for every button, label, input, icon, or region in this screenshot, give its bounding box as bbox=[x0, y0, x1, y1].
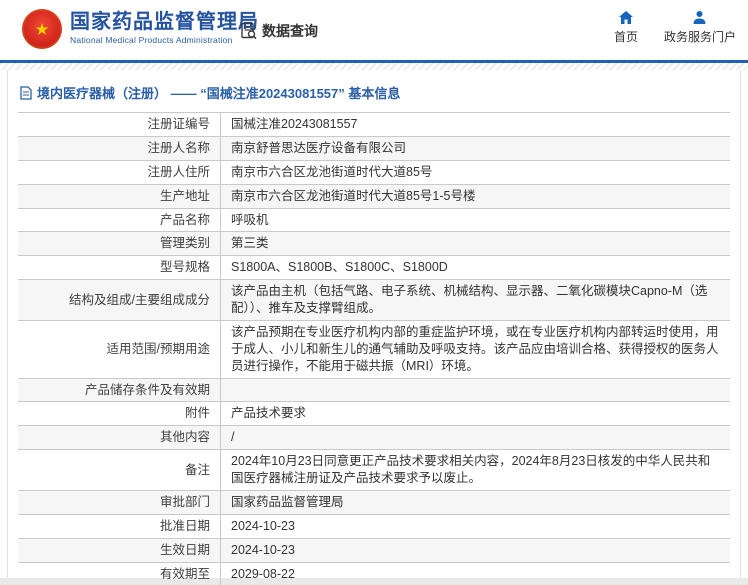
nav-gov-portal[interactable]: 政务服务门户 bbox=[664, 10, 736, 45]
data-query-label: 数据查询 bbox=[262, 23, 318, 39]
nav-home-label: 首页 bbox=[613, 30, 638, 44]
row-label: 注册证编号 bbox=[147, 117, 210, 131]
row-value: 2029-08-22 bbox=[220, 562, 730, 585]
row-label: 注册人名称 bbox=[147, 140, 210, 155]
header-nav: 首页 政务服务门户 bbox=[614, 10, 736, 45]
row-value: 国家药品监督管理局 bbox=[220, 490, 730, 514]
table-row: ● 管理类别 第三类 bbox=[18, 232, 730, 257]
table-row: ● 备注 2024年10月23日同意更正产品技术要求相关内容，2024年8月23… bbox=[18, 450, 730, 491]
star-icon: ★ bbox=[34, 19, 50, 39]
page-title: 境内医疗器械（注册） —— “国械注准20243081557” 基本信息 bbox=[8, 79, 740, 112]
page-title-text: 境内医疗器械（注册） —— “国械注准20243081557” 基本信息 bbox=[37, 86, 401, 101]
table-row: ● 结构及组成/主要组成成分 该产品由主机（包括气路、电子系统、机械结构、显示器… bbox=[18, 280, 730, 321]
table-row: ● 适用范围/预期用途 该产品预期在专业医疗机构内部的重症监护环境，或在专业医疗… bbox=[18, 320, 730, 379]
agency-title-block: 国家药品监督管理局 National Medical Products Admi… bbox=[70, 11, 259, 45]
table-row: ● 型号规格 S1800A、S1800B、S1800C、S1800D bbox=[18, 256, 730, 281]
row-value: 产品技术要求 bbox=[220, 402, 730, 426]
row-label: 附件 bbox=[184, 406, 210, 421]
hatch-divider bbox=[0, 63, 748, 70]
row-label: 管理类别 bbox=[159, 236, 210, 251]
table-row: ● 批准日期 2024-10-23 bbox=[18, 514, 730, 539]
document-search-icon bbox=[241, 22, 257, 40]
table-row: ● 产品名称 呼吸机 bbox=[18, 208, 730, 233]
site-header: ★ 国家药品监督管理局 National Medical Products Ad… bbox=[0, 0, 748, 60]
table-row: ● 生效日期 2024-10-23 bbox=[18, 538, 730, 563]
table-row: ● 有效期至 2029-08-22 bbox=[18, 562, 730, 585]
row-value: / bbox=[220, 426, 730, 450]
row-label: 生效日期 bbox=[159, 542, 210, 557]
row-value: 该产品预期在专业医疗机构内部的重症监护环境，或在专业医疗机构内部转运时使用，用于… bbox=[220, 320, 730, 378]
table-row: ● 注册人住所 南京市六合区龙池街道时代大道85号 bbox=[18, 160, 730, 185]
row-label: 有效期至 bbox=[159, 566, 210, 581]
nav-gov-portal-label: 政务服务门户 bbox=[663, 30, 736, 44]
registration-info-table: ● 注册证编号 国械注准20243081557 ● 注册人名称 南京舒普思达医疗… bbox=[18, 112, 730, 585]
row-label: 批准日期 bbox=[159, 518, 210, 533]
row-value: 南京市六合区龙池街道时代大道85号1-5号楼 bbox=[220, 184, 730, 208]
row-label: 结构及组成/主要组成成分 bbox=[69, 292, 210, 307]
row-value: 2024年10月23日同意更正产品技术要求相关内容，2024年8月23日核发的中… bbox=[220, 450, 730, 490]
user-icon bbox=[693, 11, 706, 24]
home-icon bbox=[618, 11, 633, 24]
document-icon bbox=[20, 85, 32, 100]
row-label: 备注 bbox=[184, 462, 210, 477]
row-label: 型号规格 bbox=[159, 260, 210, 275]
row-value: 南京舒普思达医疗设备有限公司 bbox=[220, 136, 730, 160]
row-value: 呼吸机 bbox=[220, 208, 730, 232]
agency-name-cn: 国家药品监督管理局 bbox=[70, 11, 259, 33]
row-label: 审批部门 bbox=[159, 494, 210, 509]
table-row: ● 注册人名称 南京舒普思达医疗设备有限公司 bbox=[18, 136, 730, 161]
content-panel: 境内医疗器械（注册） —— “国械注准20243081557” 基本信息 ● 注… bbox=[7, 70, 741, 585]
table-row: ● 附件 产品技术要求 bbox=[18, 402, 730, 427]
row-value: 该产品由主机（包括气路、电子系统、机械结构、显示器、二氧化碳模块Capno-M（… bbox=[220, 280, 730, 320]
agency-name-en: National Medical Products Administration bbox=[70, 35, 233, 45]
row-label: 生产地址 bbox=[159, 188, 210, 203]
row-label: 产品储存条件及有效期 bbox=[84, 382, 210, 397]
row-value: 第三类 bbox=[220, 232, 730, 256]
row-label: 产品名称 bbox=[159, 212, 210, 227]
nav-home[interactable]: 首页 bbox=[614, 10, 638, 45]
row-label: 适用范围/预期用途 bbox=[106, 341, 210, 356]
row-value: 2024-10-23 bbox=[220, 514, 730, 538]
row-value: 2024-10-23 bbox=[220, 538, 730, 562]
row-value: 南京市六合区龙池街道时代大道85号 bbox=[220, 160, 730, 184]
table-row: ● 注册证编号 国械注准20243081557 bbox=[18, 113, 730, 137]
table-row: ● 产品储存条件及有效期 bbox=[18, 378, 730, 403]
row-label: 其他内容 bbox=[159, 430, 210, 445]
data-query-button[interactable]: 数据查询 bbox=[240, 21, 318, 41]
national-emblem-logo: ★ bbox=[22, 9, 62, 49]
row-value: S1800A、S1800B、S1800C、S1800D bbox=[220, 256, 730, 280]
table-row: ● 审批部门 国家药品监督管理局 bbox=[18, 490, 730, 515]
row-value bbox=[220, 378, 730, 402]
table-row: ● 生产地址 南京市六合区龙池街道时代大道85号1-5号楼 bbox=[18, 184, 730, 209]
row-value: 国械注准20243081557 bbox=[220, 113, 730, 136]
table-row: ● 其他内容 / bbox=[18, 426, 730, 451]
row-label: 注册人住所 bbox=[147, 164, 210, 179]
